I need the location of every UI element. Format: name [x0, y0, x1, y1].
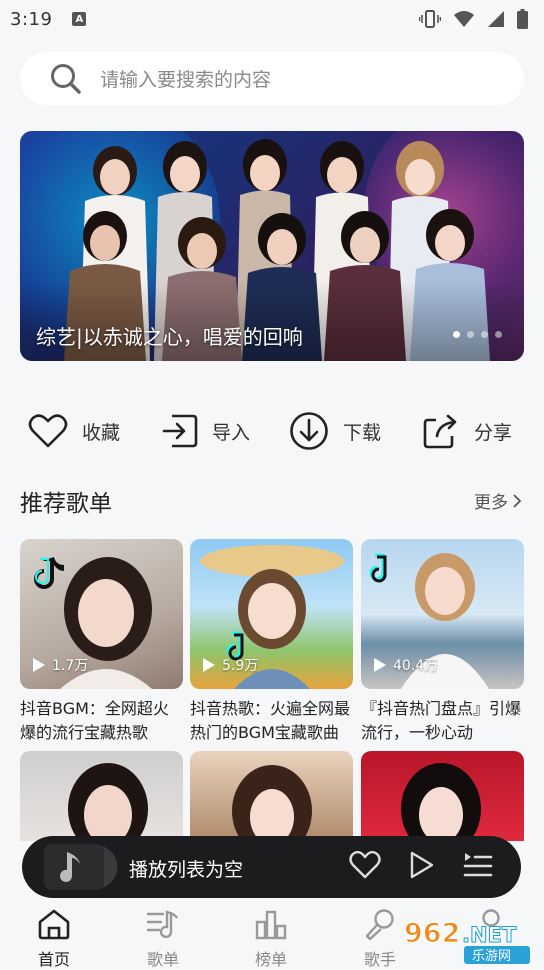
signal-icon: [488, 11, 504, 27]
chart-icon: [255, 910, 287, 940]
play-count: 5.9万: [202, 655, 258, 675]
play-icon: [374, 658, 386, 672]
carousel-dot: [495, 331, 502, 338]
playlist-card[interactable]: 1.7万 抖音BGM：全网超火爆的流行宝藏热歌: [20, 539, 183, 745]
more-link[interactable]: 更多: [474, 488, 522, 513]
banner-caption: 综艺|以赤诚之心，唱爱的回响: [36, 325, 303, 349]
quick-actions: 收藏 导入 下载 分享: [0, 406, 544, 456]
play-icon: [203, 658, 215, 672]
share-button[interactable]: 分享: [422, 406, 512, 456]
playlist-icon: [146, 910, 179, 939]
play-count: 40.4万: [373, 655, 438, 675]
heart-icon: [28, 414, 68, 448]
carousel-dot: [467, 331, 474, 338]
play-button[interactable]: [409, 850, 435, 880]
play-count: 1.7万: [32, 655, 88, 675]
playlist-cover: 5.9万: [190, 539, 353, 689]
watermark-logo: 962 .NET 乐游网: [404, 916, 534, 966]
playlist-card[interactable]: [190, 751, 353, 841]
play-count-value: 1.7万: [52, 658, 89, 674]
playlist-card[interactable]: 40.4万 『抖音热门盘点』引爆流行，一秒心动: [361, 539, 524, 745]
tab-home[interactable]: 首页: [14, 908, 94, 970]
tab-label: 歌单: [146, 950, 179, 969]
search-icon: [51, 63, 81, 94]
play-count-value: 5.9万: [222, 658, 259, 674]
battery-icon: [517, 9, 528, 29]
mini-player[interactable]: 播放列表为空: [22, 836, 521, 898]
svg-text:962: 962: [404, 918, 460, 949]
status-time: 3:19: [10, 8, 53, 30]
home-icon: [38, 909, 70, 940]
playlist-cover: [68, 763, 148, 841]
play-icon: [33, 658, 45, 672]
carousel-indicator: [453, 331, 502, 338]
tab-charts[interactable]: 榜单: [231, 908, 311, 970]
playlist-title: 抖音热歌：火遍全网最热门的BGM宝藏歌曲: [190, 699, 351, 742]
vibrate-icon: [419, 10, 441, 28]
tab-playlists[interactable]: 歌单: [123, 908, 203, 970]
banner-carousel[interactable]: 综艺|以赤诚之心，唱爱的回响: [20, 131, 524, 361]
playlist-cover: [401, 763, 481, 841]
carousel-dot: [481, 331, 488, 338]
tab-label: 首页: [37, 950, 70, 969]
import-button[interactable]: 导入: [162, 406, 250, 456]
download-label: 下载: [343, 421, 382, 444]
chevron-right-icon: [513, 493, 522, 508]
player-status: 播放列表为空: [129, 859, 244, 881]
search-input[interactable]: 请输入要搜索的内容: [100, 65, 271, 92]
search-bar[interactable]: 请输入要搜索的内容: [20, 52, 524, 105]
svg-text:.NET: .NET: [462, 923, 517, 947]
playlist-card[interactable]: [361, 751, 524, 841]
playlist-card[interactable]: [20, 751, 183, 841]
share-label: 分享: [474, 421, 513, 444]
music-note-icon: [44, 844, 118, 890]
svg-text:乐游网: 乐游网: [472, 949, 511, 964]
playlist-title: 『抖音热门盘点』引爆流行，一秒心动: [361, 699, 522, 742]
wifi-icon: [454, 11, 474, 27]
playlist-cover: 1.7万: [20, 539, 183, 689]
favorite-button[interactable]: 收藏: [28, 406, 120, 456]
playlist-card[interactable]: 5.9万 抖音热歌：火遍全网最热门的BGM宝藏歌曲: [190, 539, 353, 745]
playlist-cover: 40.4万: [361, 539, 524, 689]
more-label: 更多: [474, 493, 508, 513]
play-count-value: 40.4万: [393, 658, 439, 674]
download-icon: [290, 412, 328, 450]
import-icon: [162, 414, 198, 448]
playlist-cover: [232, 765, 312, 841]
status-bar: 3:19 A: [0, 0, 544, 38]
notification-icon: A: [72, 12, 87, 26]
playlist-title: 抖音BGM：全网超火爆的流行宝藏热歌: [20, 699, 169, 742]
heart-icon[interactable]: [349, 851, 381, 879]
section-title-playlists: 推荐歌单: [20, 491, 112, 517]
carousel-dot: [453, 331, 460, 338]
favorite-label: 收藏: [82, 421, 121, 444]
playlist-queue-icon[interactable]: [463, 851, 493, 879]
singer-icon: [365, 909, 394, 941]
import-label: 导入: [212, 421, 251, 444]
tab-label: 榜单: [254, 950, 287, 969]
share-icon: [423, 414, 457, 449]
download-button[interactable]: 下载: [289, 406, 381, 456]
